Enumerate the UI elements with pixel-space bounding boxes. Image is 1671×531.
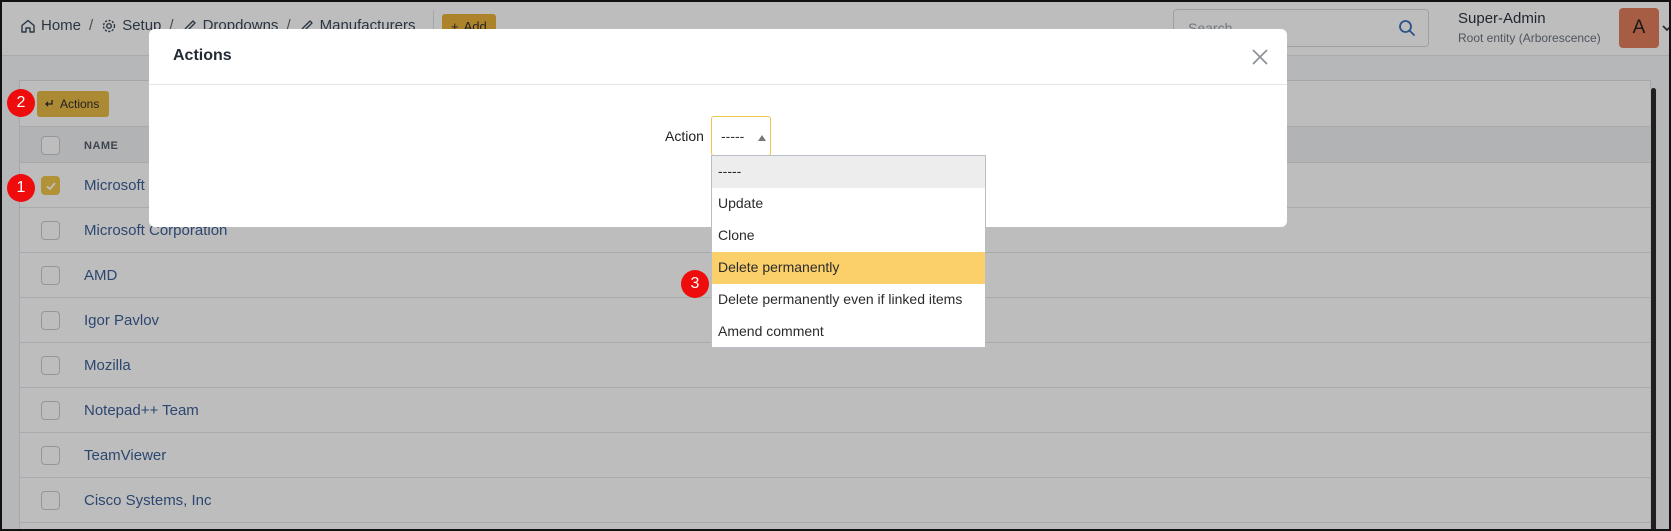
dropdown-option[interactable]: Update	[712, 188, 985, 220]
step-marker-1: 1	[7, 174, 35, 202]
dropdown-option[interactable]: Amend comment	[712, 316, 985, 348]
action-dropdown-list: ----- Update Clone Delete permanently De…	[711, 155, 986, 348]
step-marker-3: 3	[681, 270, 709, 298]
action-field-label: Action	[665, 128, 704, 144]
app-window: Home / Setup / Dropdowns / Manufacturers…	[0, 0, 1671, 531]
action-select-value: -----	[721, 128, 745, 144]
action-select[interactable]: -----	[711, 116, 771, 156]
close-icon[interactable]	[1249, 46, 1271, 68]
dropdown-option[interactable]: Clone	[712, 220, 985, 252]
dropdown-option-highlighted[interactable]: Delete permanently	[712, 252, 985, 284]
dropdown-option[interactable]: Delete permanently even if linked items	[712, 284, 985, 316]
step-marker-2: 2	[7, 89, 35, 117]
caret-up-icon	[758, 135, 766, 141]
modal-title: Actions	[173, 47, 232, 64]
dropdown-option[interactable]: -----	[712, 156, 985, 188]
modal-header: Actions	[149, 29, 1287, 85]
